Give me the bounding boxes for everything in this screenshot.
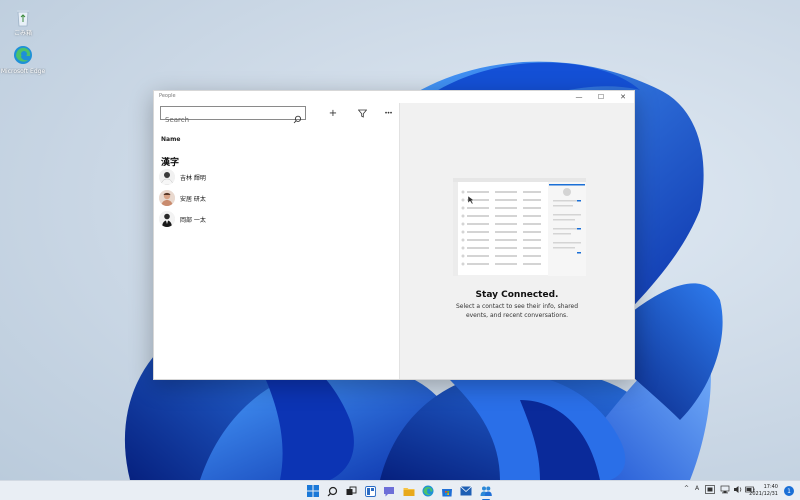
desktop-icon-label: ごみ箱 (13, 30, 32, 37)
input-mode-icon[interactable] (705, 485, 715, 496)
search-input[interactable] (161, 114, 286, 126)
chat-icon (384, 486, 394, 496)
maximize-button[interactable]: ☐ (590, 91, 612, 103)
start-icon (307, 485, 319, 497)
column-header-name[interactable]: Name (161, 136, 180, 143)
task-view-icon (346, 486, 356, 495)
file-explorer-icon (403, 487, 415, 496)
store-button[interactable] (440, 484, 454, 498)
mail-button[interactable] (459, 484, 473, 498)
people-window: People — ☐ ✕ + ••• Name 漢字 (153, 90, 635, 380)
add-contact-button[interactable]: + (325, 106, 341, 120)
tray-overflow-chevron[interactable]: ^ (684, 485, 689, 492)
contact-item[interactable]: 吉林 輝明 (159, 168, 389, 186)
desktop-icon-edge[interactable]: Microsoft Edge (0, 44, 46, 76)
group-header: 漢字 (161, 158, 180, 168)
store-icon (442, 488, 452, 496)
empty-state-description: Select a contact to see their info, shar… (455, 303, 579, 319)
contact-item[interactable]: 安居 研太 (159, 189, 389, 207)
avatar (159, 211, 175, 227)
taskbar: ^ A 17:40 2021/12/31 1 (0, 480, 800, 500)
chat-button[interactable] (382, 484, 396, 498)
clock-date: 2021/12/31 (749, 491, 778, 497)
recycle-bin-icon (12, 6, 34, 28)
details-pane: Stay Connected. Select a contact to see … (399, 103, 634, 379)
contact-name: 岡部 一太 (180, 216, 206, 224)
widgets-icon (364, 485, 376, 497)
contact-name: 吉林 輝明 (180, 174, 206, 182)
people-icon (480, 486, 492, 496)
edge-taskbar-button[interactable] (421, 484, 435, 498)
start-button[interactable] (306, 484, 320, 498)
volume-icon[interactable] (733, 485, 743, 496)
ime-icon (705, 485, 715, 494)
task-view-button[interactable] (344, 484, 358, 498)
contact-item[interactable]: 岡部 一太 (159, 210, 389, 228)
search-icon (327, 486, 337, 496)
contact-name: 安居 研太 (180, 195, 206, 203)
contacts-illustration (453, 178, 586, 276)
widgets-button[interactable] (363, 484, 377, 498)
contact-list-pane: + ••• Name 漢字 吉林 輝明 (154, 103, 399, 379)
avatar (159, 190, 175, 206)
language-indicator[interactable]: A (695, 485, 699, 492)
mail-icon (460, 486, 472, 496)
filter-button[interactable] (354, 106, 370, 120)
people-taskbar-button[interactable] (479, 484, 493, 498)
edge-icon (12, 44, 34, 66)
clock-time: 17:40 (763, 484, 778, 490)
network-icon[interactable] (720, 485, 730, 496)
more-options-button[interactable]: ••• (380, 106, 396, 120)
minimize-button[interactable]: — (568, 91, 590, 103)
file-explorer-button[interactable] (402, 484, 416, 498)
desktop-icon-label: Microsoft Edge (0, 68, 46, 75)
close-button[interactable]: ✕ (612, 91, 634, 103)
avatar (159, 169, 175, 185)
empty-state-title: Stay Connected. (475, 290, 559, 300)
taskbar-search-button[interactable] (325, 484, 339, 498)
search-box[interactable] (160, 106, 306, 126)
edge-icon (422, 485, 434, 497)
filter-icon (357, 109, 367, 118)
desktop-icon-recycle-bin[interactable]: ごみ箱 (0, 6, 46, 38)
title-bar[interactable]: People — ☐ ✕ (154, 91, 634, 103)
window-title: People (159, 93, 176, 99)
clock[interactable]: 17:40 2021/12/31 (749, 484, 778, 498)
notification-badge[interactable]: 1 (784, 486, 794, 496)
search-icon[interactable] (293, 109, 302, 124)
